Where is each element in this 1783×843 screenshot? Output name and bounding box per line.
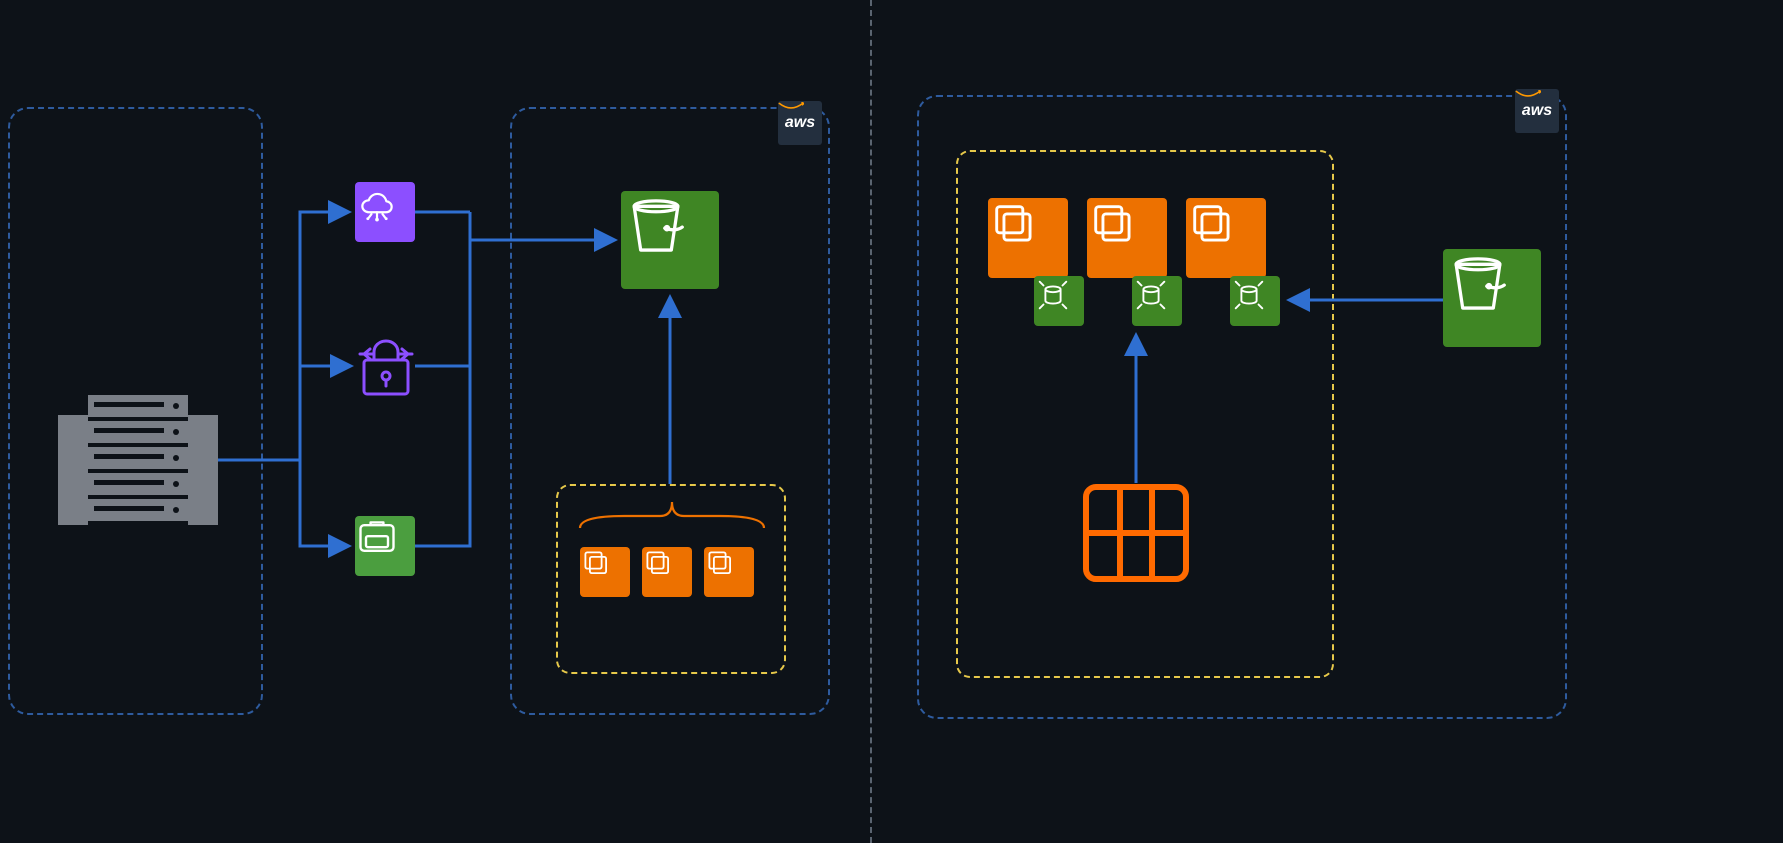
arrow-layer	[0, 0, 1783, 843]
